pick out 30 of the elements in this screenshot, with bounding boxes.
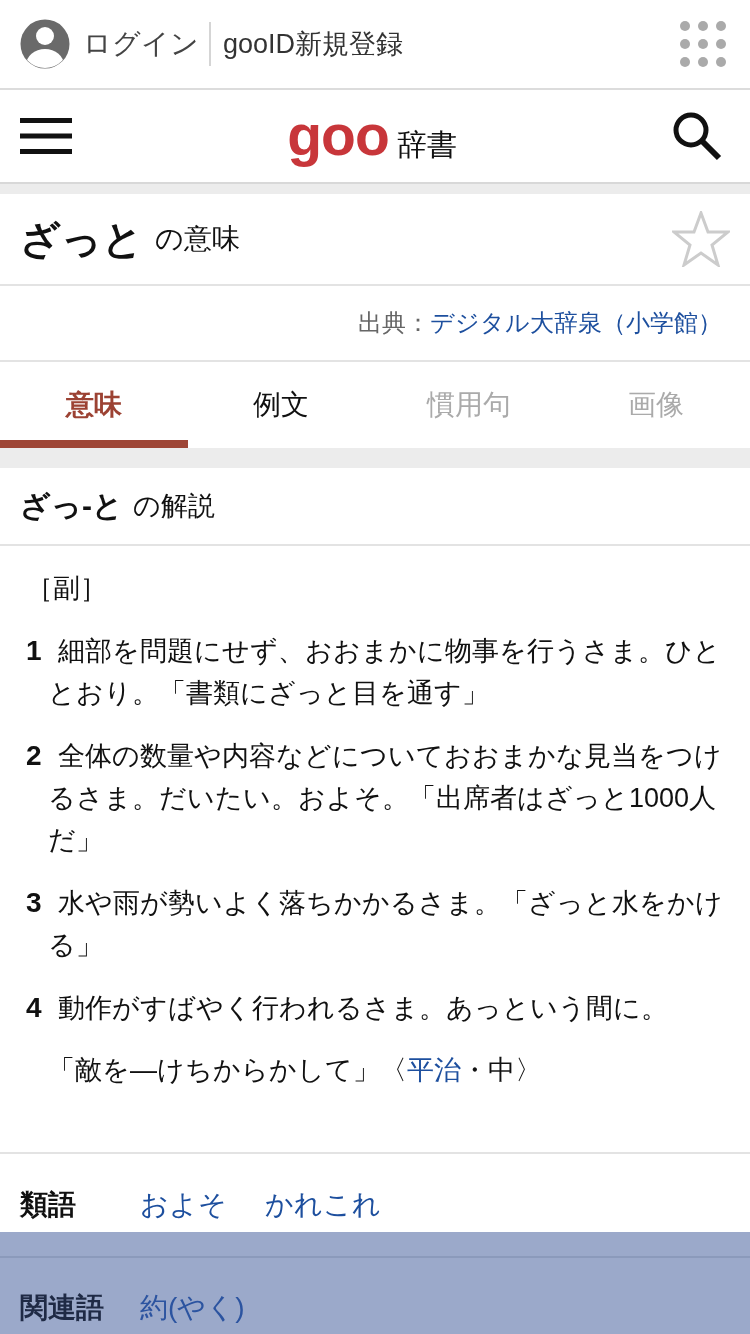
avatar-icon — [20, 19, 70, 69]
register-link[interactable]: gooID新規登録 — [223, 26, 404, 62]
synonym-link[interactable]: かれこれ — [265, 1184, 381, 1226]
login-link[interactable]: ログイン — [83, 25, 199, 63]
menu-icon[interactable] — [20, 118, 72, 154]
sense-number: 2 — [26, 739, 43, 773]
search-icon[interactable] — [672, 111, 722, 161]
tab[interactable]: 意味 — [0, 362, 188, 448]
tab[interactable]: 例文 — [187, 362, 375, 448]
sense-number: 1 — [26, 634, 43, 668]
sense-number: 3 — [26, 886, 43, 920]
citation-link[interactable]: 平治 — [407, 1055, 461, 1085]
sense-text: 細部を問題にせず、おおまかに物事を行うさま。ひととおり。「書類にざっと目を通す」 — [48, 636, 721, 708]
entry-word: ざっと — [20, 215, 143, 263]
related-words-label: 関連語 — [20, 1291, 105, 1325]
sense-text: 全体の数量や内容などについておおまかな見当をつけるさま。だいたい。およそ。「出席者はざっと1000人だ」 — [48, 741, 722, 855]
sense-text: 動作がすばやく行われるさま。あっという間に。 — [58, 993, 668, 1023]
synonym-link[interactable]: およそ — [140, 1184, 227, 1226]
explanation-title-suffix: の解説 — [133, 490, 215, 523]
synonyms-label: 類語 — [20, 1188, 77, 1222]
example-sentence: 「敵を―けちからかして」〈平治・中〉 — [48, 1055, 542, 1085]
favorite-star-icon[interactable] — [672, 211, 730, 267]
source-link[interactable]: デジタル大辞泉（小学館） — [430, 307, 722, 339]
part-of-speech: ［副］ — [26, 573, 107, 603]
sense-text: 水や雨が勢いよく落ちかかるさま。「ざっと水をかける」 — [48, 888, 723, 960]
entry-title-suffix: の意味 — [155, 222, 240, 256]
source-label: 出典： — [358, 308, 430, 338]
explanation-headword: ざっ-と — [20, 487, 123, 524]
logo-subtitle: 辞書 — [396, 126, 457, 163]
sense-number: 4 — [26, 991, 43, 1025]
